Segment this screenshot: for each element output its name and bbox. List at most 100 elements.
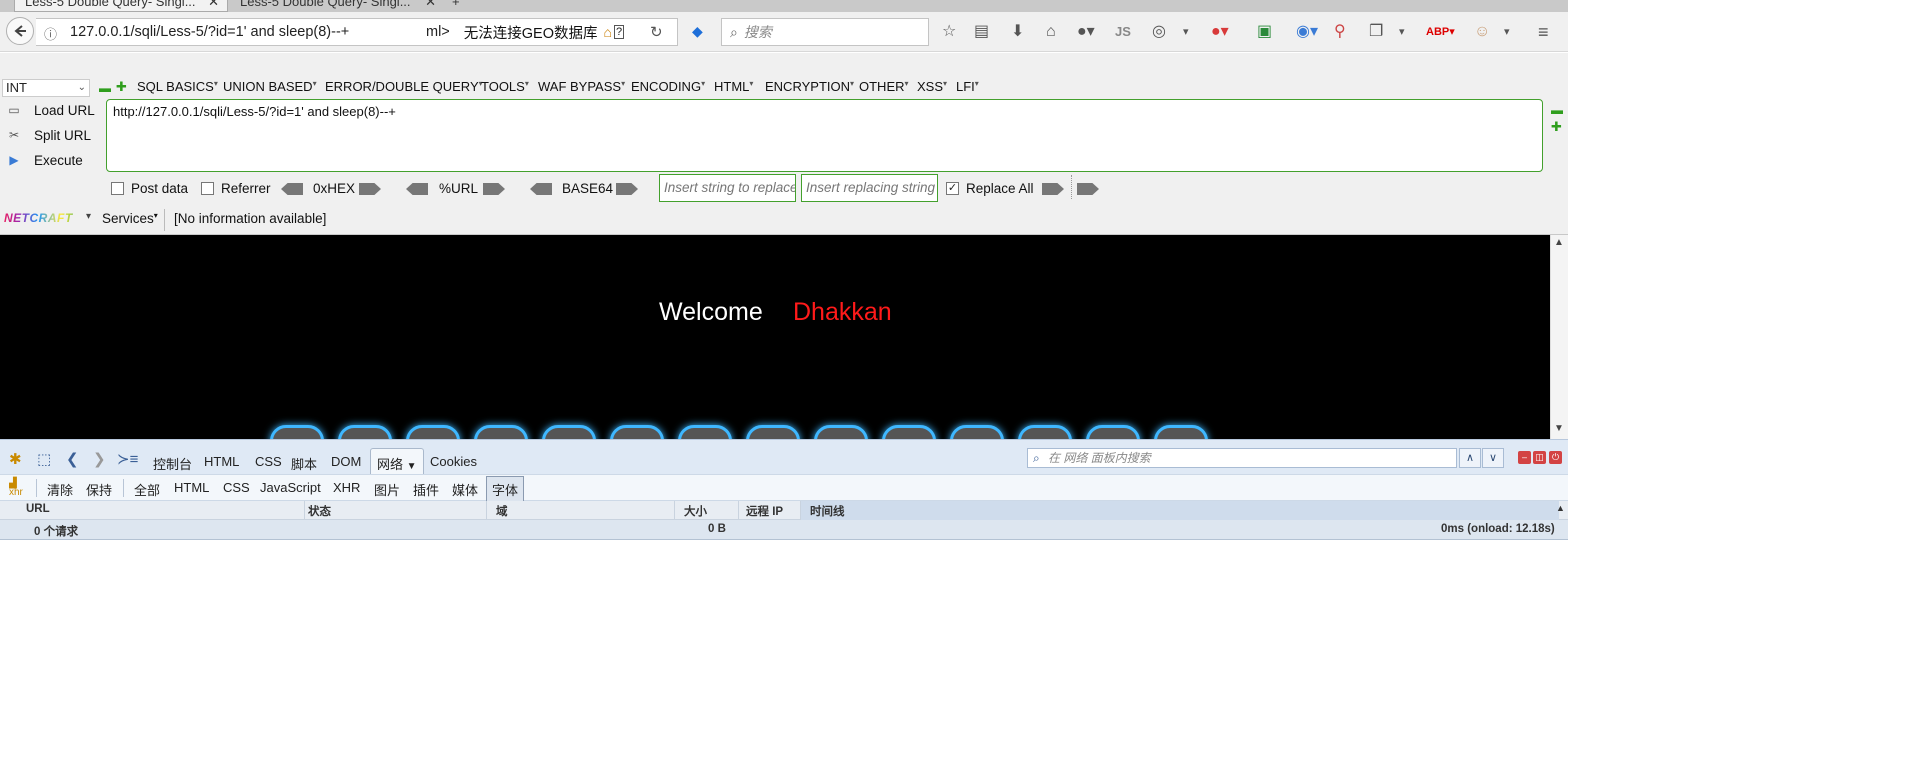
menu-encoding[interactable]: ENCODING▾ — [631, 79, 705, 94]
plus-icon[interactable]: ✚ — [1551, 120, 1562, 133]
filter-all[interactable]: 全部 — [134, 480, 160, 499]
clear-button[interactable]: 清除 — [47, 480, 73, 499]
filter-xhr[interactable]: XHR — [333, 480, 360, 495]
browser-tab[interactable]: Less-5 Double Query- Singl... ✕ — [230, 0, 444, 12]
globe-extension-icon[interactable]: ◉▾ — [1296, 22, 1318, 42]
info-icon[interactable]: ⓘ — [44, 24, 57, 43]
filter-fonts[interactable]: 字体 — [486, 476, 525, 503]
col-domain[interactable]: 域 — [496, 503, 508, 519]
filter-html[interactable]: HTML — [174, 480, 209, 495]
menu-other[interactable]: OTHER▾ — [859, 79, 909, 94]
menu-html[interactable]: HTML▾ — [714, 79, 753, 94]
base64-decode-icon[interactable] — [530, 183, 552, 195]
reload-icon[interactable]: ↻ — [650, 23, 663, 41]
sort-up-icon[interactable]: ▲ — [1556, 503, 1565, 513]
url-decode-icon[interactable] — [406, 183, 428, 195]
minus-icon[interactable]: ▬ — [1551, 104, 1563, 116]
base64-encode-icon[interactable] — [616, 183, 638, 195]
hex-decode-icon[interactable] — [281, 183, 303, 195]
home-icon[interactable]: ⌂ — [1046, 22, 1056, 42]
image-extension-icon[interactable]: ▣ — [1257, 22, 1272, 42]
netcraft-logo[interactable]: NETCRAFT — [4, 211, 80, 229]
load-url-button[interactable]: ▭ Load URL — [6, 102, 94, 118]
globe-menu-icon[interactable]: ●▾ — [1077, 22, 1095, 42]
checkbox-checked-icon[interactable]: ✓ — [946, 182, 959, 195]
scroll-up-icon[interactable]: ▲ — [1554, 237, 1564, 248]
dropdown-arrow-icon[interactable]: ▾ — [1504, 22, 1510, 42]
tab-css[interactable]: CSS — [255, 454, 282, 469]
bookmark-star-icon[interactable]: ☆ — [942, 22, 956, 42]
services-menu[interactable]: Services▾ — [102, 211, 158, 226]
chevron-down-icon[interactable]: ▾ — [86, 211, 91, 222]
replace-next-icon[interactable] — [1077, 183, 1099, 195]
tab-console[interactable]: 控制台 — [153, 454, 192, 473]
menu-encryption[interactable]: ENCRYPTION▾ — [765, 79, 854, 94]
menu-error-double-query[interactable]: ERROR/DOUBLE QUERY▾ — [325, 79, 483, 94]
console-list-icon[interactable]: ≻≡ — [117, 450, 138, 468]
hackbar-url-textarea[interactable]: http://127.0.0.1/sqli/Less-5/?id=1' and … — [106, 99, 1543, 172]
magnifier-icon[interactable]: ⚲ — [1334, 22, 1346, 42]
red-extension-icon[interactable]: ●▾ — [1211, 22, 1229, 42]
monkey-icon[interactable]: ☺ — [1474, 22, 1490, 42]
col-timeline[interactable]: 时间线 — [810, 503, 845, 519]
menu-lfi[interactable]: LFI▾ — [956, 79, 979, 94]
forward-nav-icon[interactable]: ❯ — [93, 450, 106, 468]
back-button[interactable] — [6, 17, 34, 45]
inspect-icon[interactable]: ⬚ — [37, 450, 51, 468]
js-icon[interactable]: JS — [1115, 22, 1131, 42]
adblock-icon[interactable]: ABP▾ — [1426, 22, 1455, 42]
firebug-icon[interactable]: ✱ — [9, 450, 22, 468]
hex-encode-icon[interactable] — [359, 183, 381, 195]
referrer-checkbox[interactable]: Referrer — [201, 181, 271, 196]
persist-button[interactable]: 保持 — [86, 480, 112, 499]
copy-icon[interactable]: ❐ — [1369, 22, 1383, 42]
col-remote-ip[interactable]: 远程 IP — [746, 503, 783, 519]
url-encode-icon[interactable] — [483, 183, 505, 195]
close-tab-icon[interactable]: ✕ — [208, 0, 219, 10]
menu-sql-basics[interactable]: SQL BASICS▾ — [137, 79, 218, 94]
filter-media[interactable]: 媒体 — [452, 480, 478, 499]
network-search-input[interactable]: ⌕ 在 网络 面板内搜索 — [1027, 448, 1457, 468]
plus-icon[interactable]: ✚ — [116, 80, 127, 93]
col-status[interactable]: 状态 — [308, 503, 331, 519]
new-tab-button[interactable]: + — [452, 0, 472, 12]
col-url[interactable]: URL — [26, 503, 50, 515]
palette-icon[interactable]: ◎ — [1152, 22, 1166, 42]
tab-script[interactable]: 脚本 — [291, 454, 317, 473]
search-next-button[interactable]: ∨ — [1482, 448, 1504, 468]
close-tab-icon[interactable]: ✕ — [425, 0, 436, 10]
extension-icon[interactable]: ◆ — [692, 23, 703, 40]
split-url-button[interactable]: ✂ Split URL — [6, 127, 91, 143]
menu-union-based[interactable]: UNION BASED▾ — [223, 79, 317, 94]
filter-javascript[interactable]: JavaScript — [260, 480, 321, 495]
menu-waf-bypass[interactable]: WAF BYPASS▾ — [538, 79, 625, 94]
replace-string-input[interactable]: Insert string to replace — [659, 174, 796, 202]
post-data-checkbox[interactable]: Post data — [111, 181, 188, 196]
execute-button[interactable]: ▶ Execute — [6, 152, 82, 168]
menu-xss[interactable]: XSS▾ — [917, 79, 947, 94]
tab-network[interactable]: 网络 ▼ — [370, 448, 424, 475]
reading-list-icon[interactable]: ▤ — [974, 22, 989, 42]
dropdown-arrow-icon[interactable]: ▾ — [1183, 22, 1189, 42]
scroll-down-icon[interactable]: ▼ — [1554, 423, 1564, 434]
browser-tab-active[interactable]: Less-5 Double Query- Singl... ✕ — [14, 0, 228, 12]
back-nav-icon[interactable]: ❮ — [66, 450, 79, 468]
minimize-icon[interactable]: – — [1518, 451, 1531, 464]
tab-html[interactable]: HTML — [204, 454, 239, 469]
filter-css[interactable]: CSS — [223, 480, 250, 495]
vertical-scrollbar[interactable]: ▲ ▼ — [1550, 235, 1568, 439]
tab-dom[interactable]: DOM — [331, 454, 361, 469]
minus-icon[interactable]: ▬ — [99, 82, 111, 94]
tab-cookies[interactable]: Cookies — [430, 454, 477, 469]
replace-right-icon[interactable] — [1042, 183, 1064, 195]
search-prev-button[interactable]: ∧ — [1459, 448, 1481, 468]
url-text[interactable]: 127.0.0.1/sqli/Less-5/?id=1' and sleep(8… — [36, 24, 426, 40]
menu-tools[interactable]: TOOLS▾ — [481, 79, 529, 94]
checkbox-box[interactable] — [111, 182, 124, 195]
replacing-string-input[interactable]: Insert replacing string — [801, 174, 938, 202]
col-size[interactable]: 大小 — [684, 503, 707, 519]
filter-plugins[interactable]: 插件 — [413, 480, 439, 499]
checkbox-box[interactable] — [201, 182, 214, 195]
dropdown-arrow-icon[interactable]: ▾ — [1399, 22, 1405, 42]
replace-all-checkbox[interactable]: ✓ Replace All — [946, 181, 1034, 196]
